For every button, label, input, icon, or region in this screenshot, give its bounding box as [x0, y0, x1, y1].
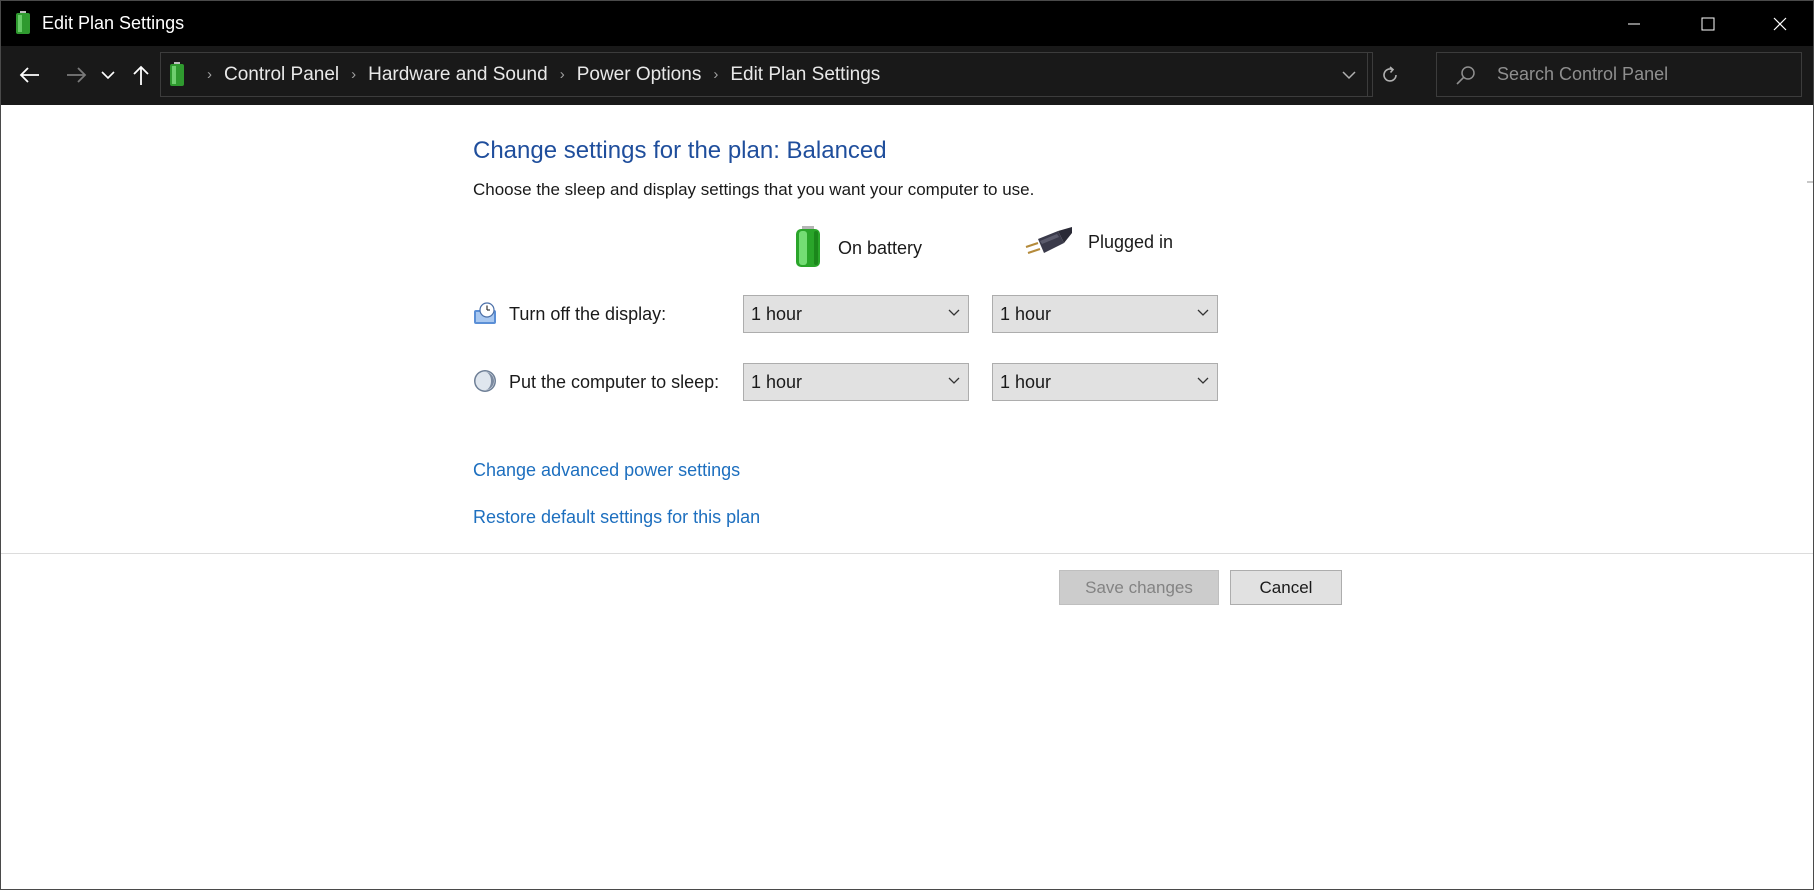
- minimize-button[interactable]: [1598, 1, 1670, 46]
- breadcrumb-hardware-and-sound[interactable]: Hardware and Sound: [368, 64, 548, 86]
- address-history-button[interactable]: [1337, 63, 1361, 87]
- search-input[interactable]: [1497, 53, 1787, 96]
- display-clock-icon: [473, 301, 497, 325]
- breadcrumb: › Control Panel › Hardware and Sound › P…: [195, 53, 880, 96]
- restore-defaults-link[interactable]: Restore default settings for this plan: [473, 507, 760, 528]
- column-header-plugged: Plugged in: [1024, 223, 1173, 262]
- chevron-down-icon: [101, 71, 115, 80]
- search-box[interactable]: [1436, 52, 1802, 97]
- select-value: 1 hour: [1000, 371, 1052, 392]
- divider: [1367, 53, 1368, 96]
- close-icon: [1773, 17, 1787, 30]
- chevron-down-icon: [948, 377, 960, 384]
- navigation-bar: › Control Panel › Hardware and Sound › P…: [1, 46, 1813, 105]
- minimize-icon: [1628, 23, 1640, 24]
- window-title: Edit Plan Settings: [42, 13, 185, 33]
- save-changes-button[interactable]: Save changes: [1059, 570, 1219, 605]
- moon-icon: [473, 369, 497, 393]
- arrow-left-icon: [19, 67, 39, 83]
- setting-label-sleep: Put the computer to sleep:: [509, 372, 720, 392]
- recent-locations-button[interactable]: [96, 60, 120, 90]
- title-bar: Edit Plan Settings: [1, 1, 1813, 46]
- display-plugged-select[interactable]: 1 hour: [992, 295, 1218, 333]
- column-label-plugged: Plugged in: [1088, 232, 1174, 252]
- sleep-plugged-select[interactable]: 1 hour: [992, 363, 1218, 401]
- address-bar[interactable]: › Control Panel › Hardware and Sound › P…: [160, 52, 1397, 97]
- battery-icon: [167, 62, 187, 88]
- select-value: 1 hour: [751, 303, 803, 324]
- refresh-icon: [1383, 66, 1397, 82]
- select-value: 1 hour: [751, 371, 803, 392]
- chevron-right-icon[interactable]: ›: [713, 66, 718, 83]
- maximize-button[interactable]: [1672, 1, 1744, 46]
- sleep-battery-select[interactable]: 1 hour: [743, 363, 969, 401]
- maximize-icon: [1701, 17, 1715, 30]
- back-button[interactable]: [15, 60, 45, 90]
- cancel-button[interactable]: Cancel: [1230, 570, 1342, 605]
- chevron-right-icon: ›: [207, 66, 212, 83]
- select-value: 1 hour: [1000, 303, 1052, 324]
- page-title: Change settings for the plan: Balanced: [473, 137, 887, 164]
- arrow-right-icon: [67, 67, 87, 83]
- arrow-up-icon: [133, 65, 149, 85]
- up-button[interactable]: [126, 60, 156, 90]
- chevron-right-icon[interactable]: ›: [560, 66, 565, 83]
- power-plug-icon: [1024, 223, 1074, 262]
- column-label-battery: On battery: [838, 238, 923, 258]
- chevron-right-icon[interactable]: ›: [351, 66, 356, 83]
- setting-row-sleep: Put the computer to sleep: 1 hour 1 hour: [473, 363, 1233, 401]
- chevron-down-icon: [1197, 377, 1209, 384]
- setting-label-display: Turn off the display:: [509, 304, 667, 324]
- battery-icon: [792, 223, 824, 274]
- breadcrumb-control-panel[interactable]: Control Panel: [224, 64, 339, 86]
- divider: [1, 553, 1813, 554]
- page-description: Choose the sleep and display settings th…: [473, 180, 1035, 199]
- close-button[interactable]: [1744, 1, 1813, 46]
- column-header-battery: On battery: [792, 223, 922, 274]
- forward-button[interactable]: [61, 60, 91, 90]
- breadcrumb-edit-plan-settings[interactable]: Edit Plan Settings: [730, 64, 880, 86]
- scrollbar[interactable]: [1807, 181, 1813, 183]
- chevron-down-icon: [948, 309, 960, 316]
- display-battery-select[interactable]: 1 hour: [743, 295, 969, 333]
- advanced-power-settings-link[interactable]: Change advanced power settings: [473, 460, 740, 481]
- setting-row-display: Turn off the display: 1 hour 1 hour: [473, 295, 1233, 333]
- battery-icon: [15, 11, 31, 35]
- chevron-down-icon: [1197, 309, 1209, 316]
- search-icon: [1455, 64, 1477, 86]
- breadcrumb-power-options[interactable]: Power Options: [577, 64, 702, 86]
- chevron-down-icon: [1342, 71, 1356, 80]
- refresh-button[interactable]: [1375, 62, 1405, 88]
- window: Edit Plan Settings › Control Panel › Har…: [0, 0, 1814, 890]
